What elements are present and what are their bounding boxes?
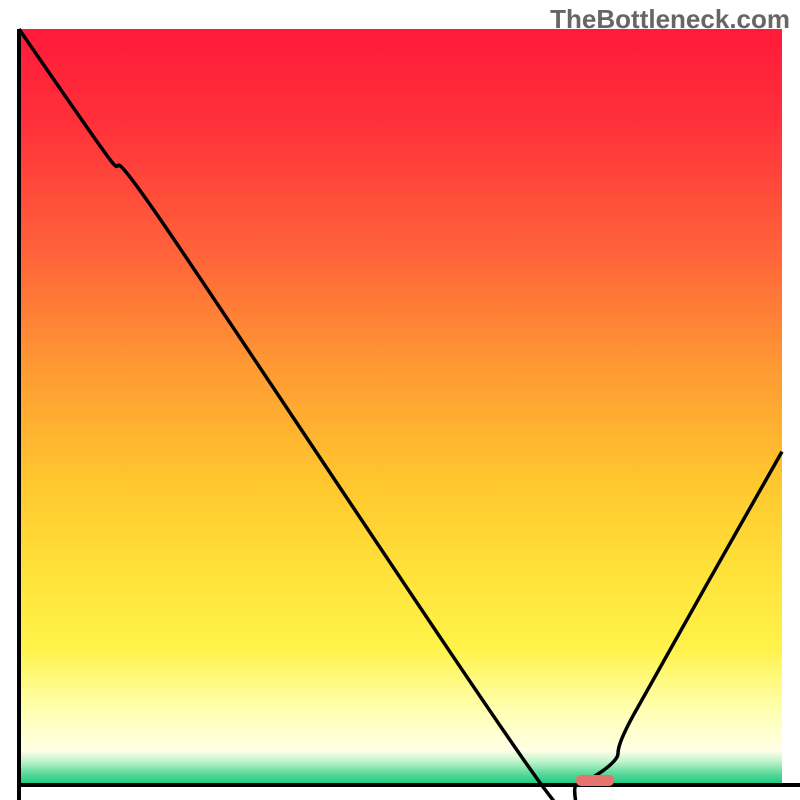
watermark-text: TheBottleneck.com	[550, 4, 790, 35]
optimal-range-marker	[576, 775, 614, 786]
chart-container: TheBottleneck.com	[0, 0, 800, 800]
chart-svg	[0, 0, 800, 800]
plot-background	[19, 29, 782, 785]
